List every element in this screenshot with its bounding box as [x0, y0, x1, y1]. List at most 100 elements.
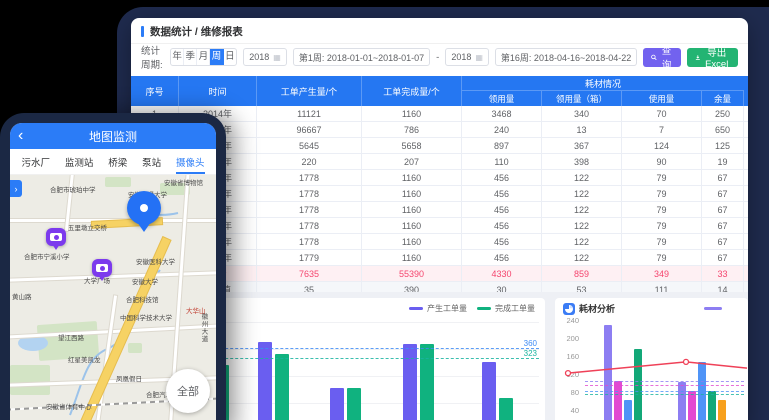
table-cell: 122 [542, 234, 622, 249]
phone-tab-摄像头[interactable]: 摄像头 [176, 150, 205, 174]
year-end-select[interactable]: 2018 ▦ [445, 48, 489, 66]
export-excel-button[interactable]: 导出Excel [687, 48, 738, 67]
table-cell: 96667 [257, 122, 362, 137]
phone-page-title: 地图监测 [89, 128, 137, 145]
table-cell: 1779 [257, 250, 362, 265]
chart-bar [482, 362, 496, 420]
chart-bar [624, 400, 632, 420]
chart-bar [708, 391, 716, 420]
table-cell: 79 [622, 234, 702, 249]
table-cell: 1160 [362, 202, 462, 217]
consumables-chart-plot: 2402001601208040 [555, 298, 748, 420]
table-cell: 67 [702, 218, 744, 233]
selected-location-pin[interactable] [127, 191, 161, 225]
table-cell: 67 [702, 234, 744, 249]
table-row: 12014年111211160346834070250 [131, 106, 748, 122]
table-cell: 1160 [362, 170, 462, 185]
period-option[interactable]: 日 [224, 49, 237, 65]
phone-tab-泵站[interactable]: 泵站 [142, 150, 161, 174]
expand-panel-button[interactable]: › [10, 180, 22, 197]
chart-bar [499, 398, 513, 420]
y-axis-tick: 80 [559, 388, 579, 397]
table-cell: 67 [702, 250, 744, 265]
table-cell: 79 [622, 186, 702, 201]
table-cell: 122 [542, 170, 622, 185]
filter-bar: 统计周期: 年季月周日 2018 ▦ 第1周: 2018-01-01~2018-… [131, 44, 748, 70]
chart-bar [420, 344, 434, 420]
map-view[interactable]: 合肥市琥珀中学安徽交通大学安徽省博物馆五里墩立交桥合肥市宁溪小学安徽医科大学大学… [10, 175, 216, 420]
year-start-value: 2018 [249, 52, 269, 62]
table-cell: 122 [542, 186, 622, 201]
table-cell: 340 [542, 106, 622, 121]
table-cell: 79 [622, 202, 702, 217]
table-cell: 3468 [462, 106, 542, 121]
search-button-label: 查询 [660, 43, 673, 71]
download-icon [695, 53, 701, 62]
map-place-label: 徽州大道 [198, 313, 208, 343]
phone-header: ‹ 地图监测 [10, 123, 216, 149]
range-separator: - [436, 52, 439, 63]
year-start-select[interactable]: 2018 ▦ [243, 48, 287, 66]
camera-marker[interactable] [46, 228, 66, 246]
table-cell: 7 [622, 122, 702, 137]
table-cell: 13 [542, 122, 622, 137]
map-place-label: 望江西路 [58, 332, 84, 342]
chart-bar [718, 400, 726, 420]
camera-icon [50, 233, 62, 241]
map-place-label: 凤凰假日 [116, 373, 142, 383]
table-cell: 79 [622, 250, 702, 265]
week-end-input[interactable]: 第16周: 2018-04-16~2018-04-22 [495, 48, 637, 66]
show-all-button[interactable]: 全部 [166, 369, 210, 413]
map-place-label: 安徽医科大学 [136, 256, 175, 266]
back-icon[interactable]: ‹ [18, 124, 23, 148]
search-button[interactable]: 查询 [643, 48, 681, 67]
map-place-label: 红星美凯龙 [68, 354, 101, 364]
calendar-icon: ▦ [475, 53, 483, 62]
filter-label: 统计周期: [141, 43, 164, 71]
phone-tab-监测站[interactable]: 监测站 [65, 150, 94, 174]
table-cell: 67 [702, 170, 744, 185]
table-cell: 1160 [362, 250, 462, 265]
phone-tab-污水厂[interactable]: 污水厂 [21, 150, 50, 174]
table-cell: 367 [542, 138, 622, 153]
table-cell: 1160 [362, 234, 462, 249]
y-axis-tick: 120 [559, 370, 579, 379]
reference-line [585, 381, 744, 382]
table-cell: 67 [702, 202, 744, 217]
camera-icon [96, 264, 108, 272]
table-cell: 1160 [362, 218, 462, 233]
table-cell: 1778 [257, 218, 362, 233]
chart-bar [403, 344, 417, 420]
chart-bar [330, 388, 344, 420]
chart-bar [614, 381, 622, 420]
period-option[interactable]: 周 [210, 49, 223, 65]
breadcrumb: 数据统计 / 维修报表 [131, 22, 748, 40]
table-cell: 79 [622, 170, 702, 185]
table-cell: 456 [462, 250, 542, 265]
consumables-group-header: 耗材情况领用量领用量（箱）使用量余量 [462, 76, 744, 106]
table-subcolumn-header: 领用量（箱） [542, 91, 622, 106]
week-start-input[interactable]: 第1周: 2018-01-01~2018-01-07 [293, 48, 430, 66]
table-cell: 786 [362, 122, 462, 137]
phone-tab-桥梁[interactable]: 桥梁 [108, 150, 127, 174]
period-segment: 年季月周日 [170, 48, 237, 66]
table-cell: 456 [462, 202, 542, 217]
map-place-label: 黄山路 [12, 291, 32, 301]
search-icon [651, 53, 657, 62]
reference-line [585, 391, 744, 392]
year-end-value: 2018 [451, 52, 471, 62]
breadcrumb-accent-bar [141, 26, 144, 37]
consumables-group-title: 耗材情况 [462, 76, 744, 91]
map-place-label: 安徽省体育中心 [46, 401, 92, 411]
camera-marker[interactable] [92, 259, 112, 277]
table-cell: 122 [542, 202, 622, 217]
period-option[interactable]: 年 [171, 49, 184, 65]
period-option[interactable]: 季 [184, 49, 197, 65]
table-cell: 125 [702, 138, 744, 153]
table-column-header: 序号 [131, 76, 179, 106]
week-end-value: 第16周: 2018-04-16~2018-04-22 [501, 51, 631, 64]
week-start-value: 第1周: 2018-01-01~2018-01-07 [299, 51, 424, 64]
period-option[interactable]: 月 [197, 49, 210, 65]
reference-line [585, 385, 744, 386]
table-cell: 456 [462, 186, 542, 201]
